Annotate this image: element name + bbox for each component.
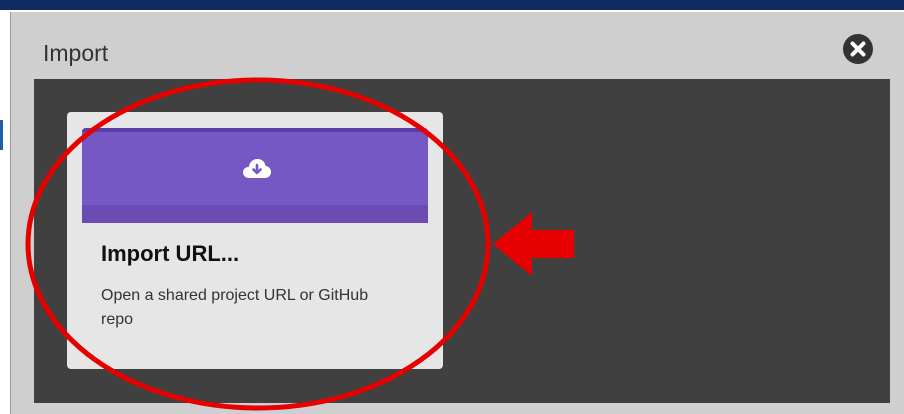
card-title: Import URL...: [101, 241, 240, 266]
card-description: Open a shared project URL or GitHub repo: [101, 287, 369, 328]
dialog-footer: [11, 403, 904, 414]
import-dialog: Import Import URL... Open a shared proje…: [10, 12, 904, 414]
dialog-title: Import: [43, 40, 109, 66]
card-banner: [82, 128, 428, 223]
dialog-body: Import URL... Open a shared project URL …: [34, 79, 890, 403]
cloud-download-icon: [243, 159, 271, 178]
close-icon[interactable]: [843, 34, 873, 64]
import-url-card[interactable]: Import URL... Open a shared project URL …: [67, 112, 443, 369]
underlying-page-strip: [0, 10, 10, 414]
dialog-header: Import: [11, 12, 904, 79]
